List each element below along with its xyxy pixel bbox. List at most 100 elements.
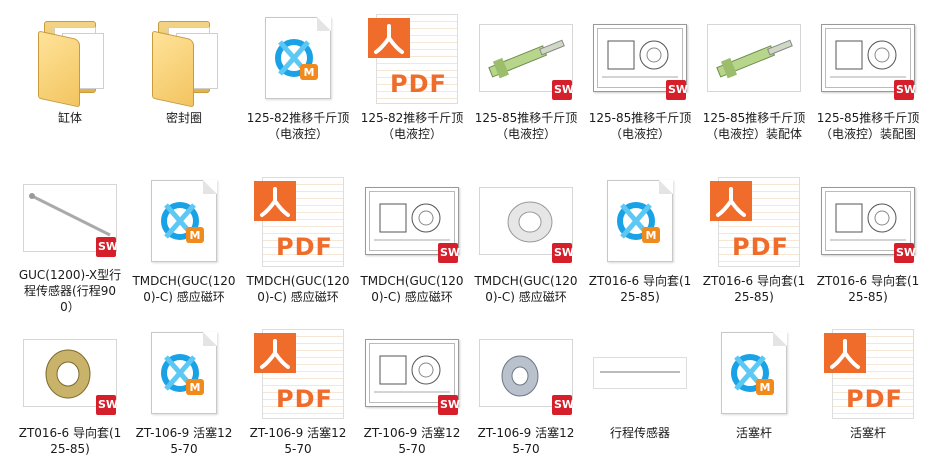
file-thumbnail: SW xyxy=(478,175,574,267)
file-thumbnail: M xyxy=(592,175,688,267)
file-item[interactable]: SW 125-85推移千斤顶（电液控） xyxy=(583,0,697,163)
file-thumbnail: PDF xyxy=(250,327,346,419)
file-thumbnail: M xyxy=(136,327,232,419)
svg-text:M: M xyxy=(760,381,771,394)
file-item[interactable]: SW GUC(1200)-X型行程传感器(行程900） xyxy=(13,163,127,315)
file-label: 125-85推移千斤顶（电液控）装配体 xyxy=(702,111,806,141)
solidworks-badge-icon: SW xyxy=(552,395,574,415)
file-thumbnail: SW xyxy=(592,12,688,104)
file-label: ZT-106-9 活塞125-70 xyxy=(135,426,233,456)
file-label: 125-82推移千斤顶（电液控） xyxy=(246,111,350,141)
file-item[interactable]: SW 125-85推移千斤顶（电液控） xyxy=(469,0,583,163)
file-label: ZT-106-9 活塞125-70 xyxy=(249,426,347,456)
file-label: 活塞杆 xyxy=(849,426,886,440)
mathcad-file-icon: M xyxy=(151,332,217,414)
svg-text:M: M xyxy=(190,381,201,394)
file-item[interactable]: 密封圈 xyxy=(127,0,241,163)
file-thumbnail: M xyxy=(706,327,802,419)
pdf-file-icon: PDF xyxy=(710,177,800,267)
file-thumbnail xyxy=(592,327,688,419)
file-thumbnail: PDF xyxy=(820,327,916,419)
file-item[interactable]: SW ZT016-6 导向套(125-85) xyxy=(13,315,127,465)
solidworks-badge-icon: SW xyxy=(438,395,460,415)
file-label: ZT016-6 导向套(125-85) xyxy=(18,426,122,456)
file-item[interactable]: M 125-82推移千斤顶（电液控） xyxy=(241,0,355,163)
file-thumbnail: SW xyxy=(364,175,460,267)
file-label: GUC(1200)-X型行程传感器(行程900） xyxy=(18,268,122,314)
file-thumbnail: SW xyxy=(22,175,118,261)
part-render-icon xyxy=(707,24,801,92)
file-thumbnail: SW xyxy=(364,327,460,419)
file-grid: 缸体 密封圈 M 125-82推移千斤顶（电液控） PDF 125-82推移千斤… xyxy=(0,0,940,465)
svg-text:M: M xyxy=(646,229,657,242)
file-label: 密封圈 xyxy=(165,111,202,125)
file-label: 125-85推移千斤顶（电液控） xyxy=(588,111,692,141)
svg-text:M: M xyxy=(190,229,201,242)
file-item[interactable]: SW ZT-106-9 活塞125-70 xyxy=(355,315,469,465)
mathcad-file-icon: M xyxy=(607,180,673,262)
folder-icon xyxy=(152,17,218,108)
file-thumbnail: M xyxy=(136,175,232,267)
file-label: 活塞杆 xyxy=(735,426,772,440)
solidworks-badge-icon: SW xyxy=(666,80,688,100)
part-render-icon xyxy=(593,357,687,389)
file-label: 缸体 xyxy=(57,111,82,125)
file-label: ZT016-6 导向套(125-85) xyxy=(702,274,806,304)
mathcad-file-icon: M xyxy=(721,332,787,414)
file-item[interactable]: M ZT-106-9 活塞125-70 xyxy=(127,315,241,465)
file-label: 125-85推移千斤顶（电液控）装配图 xyxy=(816,111,920,141)
file-thumbnail xyxy=(136,12,232,108)
file-item[interactable]: SW TMDCH(GUC(1200)-C) 感应磁环 xyxy=(355,163,469,315)
file-thumbnail: PDF xyxy=(364,12,460,104)
file-item[interactable]: PDF ZT016-6 导向套(125-85) xyxy=(697,163,811,315)
solidworks-badge-icon: SW xyxy=(552,80,574,100)
solidworks-badge-icon: SW xyxy=(894,243,916,263)
file-item[interactable]: SW 125-85推移千斤顶（电液控）装配图 xyxy=(811,0,925,163)
file-label: TMDCH(GUC(1200)-C) 感应磁环 xyxy=(246,274,350,304)
pdf-file-icon: PDF xyxy=(254,177,344,267)
file-thumbnail xyxy=(22,12,118,108)
folder-icon xyxy=(38,17,104,108)
file-item[interactable]: SW ZT016-6 导向套(125-85) xyxy=(811,163,925,315)
file-label: TMDCH(GUC(1200)-C) 感应磁环 xyxy=(132,274,236,304)
pdf-file-icon: PDF xyxy=(824,329,914,419)
file-label: TMDCH(GUC(1200)-C) 感应磁环 xyxy=(360,274,464,304)
file-item[interactable]: SW ZT-106-9 活塞125-70 xyxy=(469,315,583,465)
file-label: ZT016-6 导向套(125-85) xyxy=(588,274,692,304)
solidworks-badge-icon: SW xyxy=(894,80,916,100)
solidworks-badge-icon: SW xyxy=(438,243,460,263)
file-label: ZT-106-9 活塞125-70 xyxy=(477,426,575,456)
solidworks-badge-icon: SW xyxy=(96,395,118,415)
svg-text:M: M xyxy=(304,66,315,79)
file-thumbnail: PDF xyxy=(250,175,346,267)
file-label: 125-82推移千斤顶（电液控） xyxy=(360,111,464,141)
mathcad-file-icon: M xyxy=(151,180,217,262)
file-thumbnail: M xyxy=(250,12,346,104)
file-item[interactable]: PDF 活塞杆 xyxy=(811,315,925,465)
solidworks-badge-icon: SW xyxy=(552,243,574,263)
file-label: ZT-106-9 活塞125-70 xyxy=(363,426,461,456)
file-item[interactable]: 125-85推移千斤顶（电液控）装配体 xyxy=(697,0,811,163)
file-item[interactable]: 缸体 xyxy=(13,0,127,163)
file-thumbnail: SW xyxy=(478,12,574,104)
file-label: 行程传感器 xyxy=(609,426,670,440)
solidworks-badge-icon: SW xyxy=(96,237,118,257)
file-label: ZT016-6 导向套(125-85) xyxy=(816,274,920,304)
file-label: TMDCH(GUC(1200)-C) 感应磁环 xyxy=(474,274,578,304)
file-label: 125-85推移千斤顶（电液控） xyxy=(474,111,578,141)
file-thumbnail: PDF xyxy=(706,175,802,267)
pdf-file-icon: PDF xyxy=(254,329,344,419)
file-item[interactable]: PDF TMDCH(GUC(1200)-C) 感应磁环 xyxy=(241,163,355,315)
file-thumbnail: SW xyxy=(22,327,118,419)
file-item[interactable]: M 活塞杆 xyxy=(697,315,811,465)
file-item[interactable]: 行程传感器 xyxy=(583,315,697,465)
file-item[interactable]: PDF ZT-106-9 活塞125-70 xyxy=(241,315,355,465)
mathcad-file-icon: M xyxy=(265,17,331,99)
file-thumbnail: SW xyxy=(820,175,916,267)
file-item[interactable]: M TMDCH(GUC(1200)-C) 感应磁环 xyxy=(127,163,241,315)
file-item[interactable]: M ZT016-6 导向套(125-85) xyxy=(583,163,697,315)
file-item[interactable]: PDF 125-82推移千斤顶（电液控） xyxy=(355,0,469,163)
file-thumbnail: SW xyxy=(478,327,574,419)
pdf-file-icon: PDF xyxy=(368,14,458,104)
file-item[interactable]: SW TMDCH(GUC(1200)-C) 感应磁环 xyxy=(469,163,583,315)
